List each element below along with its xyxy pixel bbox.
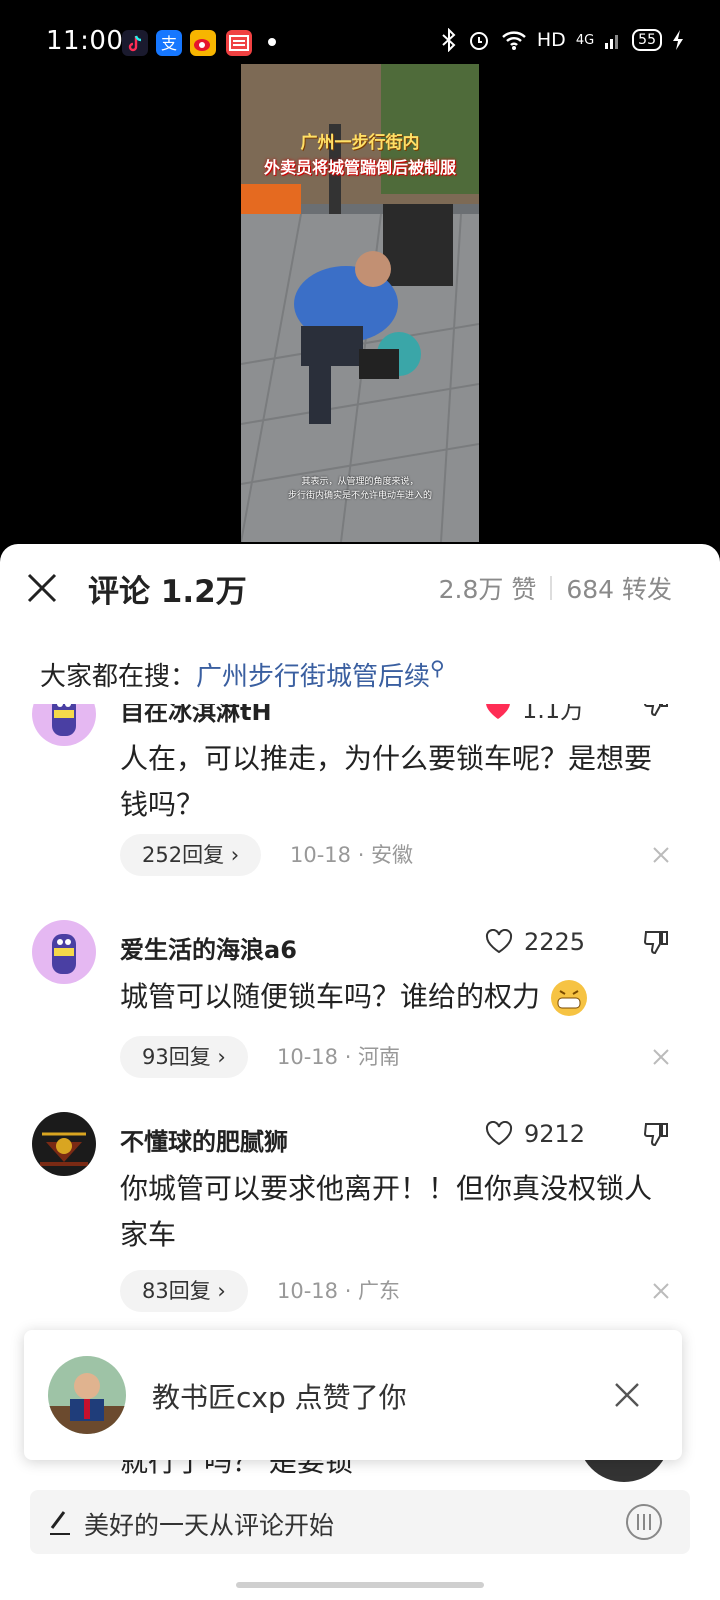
comment-item: 自在冰淇淋tH 1.1万 人在，可以推走，为什么要锁车呢？是想要钱吗？ 252回… (0, 704, 720, 876)
close-icon[interactable] (26, 572, 58, 604)
comment-item: 不懂球的肥腻狮 9212 你城管可以要求他离开！！但你真没权锁人家车 83回复 … (0, 1104, 720, 1324)
heart-filled-icon (486, 704, 510, 719)
comment-input-bar[interactable]: 美好的一天从评论开始 (30, 1490, 690, 1554)
notification-dot (268, 38, 276, 46)
wifi-icon (502, 31, 526, 50)
stats-divider (550, 576, 553, 600)
comment-input-placeholder[interactable]: 美好的一天从评论开始 (84, 1506, 334, 1542)
comment-username[interactable]: 自在冰淇淋tH (120, 704, 272, 727)
home-indicator (236, 1582, 484, 1588)
view-replies-button[interactable]: 252回复 › (120, 834, 262, 876)
video-subtitle-line2: 步行街内确实是不允许电动车进入的 (287, 491, 432, 501)
trending-query-link[interactable]: 广州步行街城管后续 (196, 662, 430, 692)
post-stats: 2.8万 赞 684 转发 (439, 570, 672, 606)
reply-count: 83回复 (142, 1279, 211, 1303)
status-time: 11:00 (46, 26, 124, 56)
bluetooth-icon (442, 28, 456, 52)
comment-header: 评论 1.2万 2.8万 赞 684 转发 (0, 544, 720, 634)
video-player[interactable]: 广州一步行街内 外卖员将城管踹倒后被制服 其表示，从管理的角度来说， 步行街内确… (241, 64, 479, 542)
comment-body: 城管可以随便锁车吗？谁给的权力 (120, 980, 541, 1013)
comment-count-title: 评论 1.2万 (88, 574, 247, 610)
video-subtitle-line1: 其表示，从管理的角度来说， (301, 477, 419, 487)
trending-prefix: 大家都在搜： (40, 662, 197, 692)
weibo-app-icon (190, 30, 216, 56)
dislike-icon[interactable] (642, 928, 670, 956)
status-right: HD 4G 55 (441, 28, 684, 52)
view-replies-button[interactable]: 83回复 › (120, 1270, 248, 1312)
grin-emoji-icon (550, 980, 587, 1016)
reply-count: 93回复 (142, 1045, 211, 1069)
network-label: HD (536, 29, 566, 51)
reply-count: 252回复 (142, 843, 225, 867)
search-icon: ⚲ (430, 656, 445, 680)
like-count: 2225 (524, 928, 586, 956)
comment-meta: 10-18 · 安徽 (290, 843, 414, 867)
like-count: 9212 (524, 1120, 586, 1148)
notifier-avatar (48, 1356, 126, 1434)
pen-icon (50, 1511, 70, 1535)
like-button[interactable]: 9212 (484, 1120, 585, 1148)
video-title-line1: 广州一步行街内 (300, 133, 420, 153)
comment-username[interactable]: 不懂球的肥腻狮 (120, 1122, 288, 1157)
dislike-icon[interactable] (642, 1120, 670, 1148)
battery-level: 55 (632, 29, 662, 51)
dislike-icon[interactable] (642, 704, 670, 718)
signal-icon (605, 35, 619, 49)
comment-meta: 10-18 · 广东 (277, 1279, 401, 1303)
avatar[interactable] (32, 1112, 96, 1176)
avatar[interactable] (32, 704, 96, 746)
svg-text:支: 支 (161, 34, 177, 53)
heart-outline-icon (485, 929, 513, 954)
trending-search: 大家都在搜：广州步行街城管后续⚲ (40, 656, 445, 693)
sticker-icon[interactable] (624, 1502, 664, 1542)
like-count: 1.1万 (522, 704, 585, 724)
avatar[interactable] (32, 920, 96, 984)
douyin-app-icon (122, 30, 148, 56)
comment-username[interactable]: 爱生活的海浪a6 (120, 930, 297, 965)
toutiao-app-icon (226, 30, 252, 56)
toast-message: 教书匠cxp 点赞了你 (152, 1381, 407, 1414)
dismiss-icon[interactable] (652, 846, 670, 864)
comment-text: 城管可以随便锁车吗？谁给的权力 (120, 974, 670, 1020)
like-button[interactable]: 2225 (484, 928, 585, 956)
video-title-line2: 外卖员将城管踹倒后被制服 (263, 158, 456, 177)
reposts-count[interactable]: 684 转发 (566, 570, 672, 606)
dismiss-icon[interactable] (652, 1282, 670, 1300)
like-notification-toast[interactable]: 教书匠cxp 点赞了你 (24, 1330, 682, 1460)
close-icon[interactable] (614, 1382, 640, 1408)
dismiss-icon[interactable] (652, 1048, 670, 1066)
alarm-icon (469, 32, 488, 50)
comment-text: 你城管可以要求他离开！！但你真没权锁人家车 (120, 1172, 653, 1251)
comment-text: 人在，可以推走，为什么要锁车呢？是想要钱吗？ (120, 742, 653, 821)
view-replies-button[interactable]: 93回复 › (120, 1036, 248, 1078)
alipay-app-icon: 支 (156, 30, 182, 56)
likes-count[interactable]: 2.8万 赞 (439, 570, 537, 606)
comment-meta: 10-18 · 河南 (277, 1045, 401, 1069)
charging-icon (673, 30, 683, 50)
comment-item: 爱生活的海浪a6 2225 城管可以随便锁车吗？谁给的权力 93回复 › 10-… (0, 912, 720, 1082)
heart-outline-icon (485, 1121, 513, 1146)
like-button[interactable]: 1.1万 (484, 704, 584, 725)
signal-label: 4G (575, 32, 595, 48)
